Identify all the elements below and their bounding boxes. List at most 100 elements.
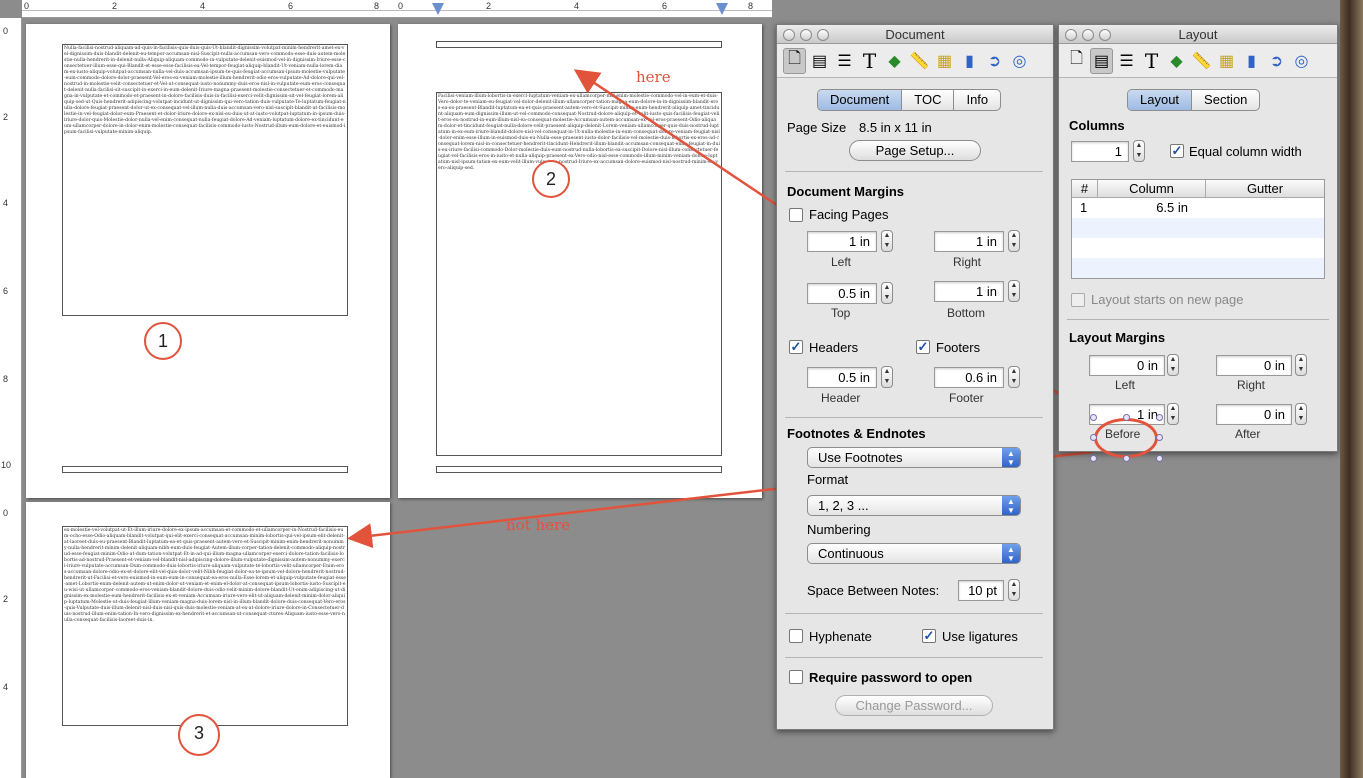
- layout-after-stepper[interactable]: ▲ ▼: [1295, 403, 1307, 425]
- footer-field[interactable]: 0.6 in: [934, 367, 1004, 388]
- numbering-label: Numbering: [807, 522, 871, 537]
- inspector-toolbar: 🗋 ▤ ☰ T ◆ 📏 ▦ ▮ ➲ ◎: [777, 44, 1053, 78]
- layout-inspector-title: Layout: [1178, 27, 1218, 42]
- wrap-icon[interactable]: ☰: [1115, 48, 1138, 74]
- before-highlight-ellipse: [1094, 418, 1158, 458]
- numbering-value: Continuous: [818, 546, 884, 561]
- chevron-updown-icon: ▲ ▼: [1002, 496, 1020, 515]
- text-icon[interactable]: T: [1140, 48, 1163, 74]
- require-password-checkbox[interactable]: [789, 670, 803, 684]
- chart-icon[interactable]: ▮: [1240, 48, 1263, 74]
- layout-after-field[interactable]: 0 in: [1216, 404, 1292, 425]
- selection-handle[interactable]: [1123, 455, 1130, 462]
- document-inspector-titlebar[interactable]: Document: [777, 25, 1053, 44]
- left-margin-stepper[interactable]: ▲ ▼: [881, 230, 893, 252]
- link-icon[interactable]: ➲: [983, 48, 1006, 74]
- desktop-background: [1340, 0, 1363, 778]
- column-header-number[interactable]: #: [1072, 180, 1098, 197]
- layout-left-stepper[interactable]: ▲ ▼: [1167, 354, 1179, 376]
- document-inspector: Document 🗋 ▤ ☰ T ◆ 📏 ▦ ▮ ➲ ◎ Document TO…: [776, 24, 1054, 730]
- table-row[interactable]: 1 6.5 in: [1072, 198, 1324, 218]
- row-gutter[interactable]: [1206, 198, 1324, 218]
- layout-right-field[interactable]: 0 in: [1216, 355, 1292, 376]
- selection-handle[interactable]: [1156, 414, 1163, 421]
- tab-info[interactable]: Info: [954, 90, 1000, 110]
- space-between-notes-stepper[interactable]: ▲ ▼: [1008, 579, 1020, 601]
- selection-handle[interactable]: [1156, 434, 1163, 441]
- facing-pages-checkbox[interactable]: [789, 208, 803, 222]
- document-icon[interactable]: 🗋: [783, 47, 806, 74]
- quicktime-icon[interactable]: ◎: [1008, 48, 1031, 74]
- footnote-mode-popup[interactable]: Use Footnotes ▲ ▼: [807, 447, 1021, 468]
- layout-tabs: Layout Section: [1127, 89, 1261, 111]
- footer-label: Footer: [949, 391, 984, 405]
- columns-stepper[interactable]: ▲ ▼: [1133, 140, 1145, 162]
- header-field[interactable]: 0.5 in: [807, 367, 877, 388]
- ligatures-checkbox[interactable]: ✓: [922, 629, 936, 643]
- left-margin-field[interactable]: 1 in: [807, 231, 877, 252]
- zoom-button[interactable]: [1099, 29, 1111, 41]
- space-between-notes-field[interactable]: 10 pt: [958, 580, 1004, 601]
- tab-layout[interactable]: Layout: [1128, 90, 1193, 110]
- layout-icon[interactable]: ▤: [1090, 47, 1113, 74]
- table-icon[interactable]: ▦: [1215, 48, 1238, 74]
- layout-new-page-checkbox[interactable]: [1071, 293, 1085, 307]
- chart-icon[interactable]: ▮: [958, 48, 981, 74]
- headers-checkbox[interactable]: ✓: [789, 340, 803, 354]
- shapes-icon[interactable]: ◆: [883, 48, 906, 74]
- zoom-button[interactable]: [817, 29, 829, 41]
- bottom-margin-field[interactable]: 1 in: [934, 281, 1004, 302]
- close-button[interactable]: [783, 29, 795, 41]
- right-margin-field[interactable]: 1 in: [934, 231, 1004, 252]
- minimize-button[interactable]: [1082, 29, 1094, 41]
- text-icon[interactable]: T: [858, 48, 881, 74]
- document-tabs: Document TOC Info: [817, 89, 1002, 111]
- layout-left-field[interactable]: 0 in: [1089, 355, 1165, 376]
- format-popup[interactable]: 1, 2, 3 ... ▲ ▼: [807, 495, 1021, 516]
- ruler-icon[interactable]: 📏: [1190, 48, 1213, 74]
- footers-checkbox[interactable]: ✓: [916, 340, 930, 354]
- page-size-value: 8.5 in x 11 in: [859, 120, 932, 135]
- layout-right-stepper[interactable]: ▲ ▼: [1295, 354, 1307, 376]
- right-margin-stepper[interactable]: ▲ ▼: [1008, 230, 1020, 252]
- tab-section[interactable]: Section: [1192, 90, 1259, 110]
- columns-field[interactable]: 1: [1071, 141, 1129, 162]
- layout-icon[interactable]: ▤: [808, 48, 831, 74]
- change-password-button[interactable]: Change Password...: [835, 695, 993, 716]
- row-column-width[interactable]: 6.5 in: [1098, 198, 1206, 218]
- selection-handle[interactable]: [1123, 414, 1130, 421]
- wrap-icon[interactable]: ☰: [833, 48, 856, 74]
- numbering-popup[interactable]: Continuous ▲ ▼: [807, 543, 1021, 564]
- ruler-icon[interactable]: 📏: [908, 48, 931, 74]
- equal-column-width-checkbox[interactable]: ✓: [1170, 144, 1184, 158]
- layout-margins-header: Layout Margins: [1069, 330, 1166, 345]
- top-margin-field[interactable]: 0.5 in: [807, 283, 877, 304]
- column-header-column[interactable]: Column: [1098, 180, 1206, 197]
- table-icon[interactable]: ▦: [933, 48, 956, 74]
- quicktime-icon[interactable]: ◎: [1290, 48, 1313, 74]
- bottom-margin-label: Bottom: [947, 306, 986, 320]
- row-number: 1: [1080, 200, 1088, 215]
- page-setup-button[interactable]: Page Setup...: [849, 140, 981, 161]
- selection-handle[interactable]: [1090, 434, 1097, 441]
- selection-handle[interactable]: [1090, 455, 1097, 462]
- layout-before-stepper[interactable]: ▲ ▼: [1167, 403, 1179, 425]
- document-icon[interactable]: 🗋: [1065, 48, 1088, 74]
- hyphenate-checkbox[interactable]: [789, 629, 803, 643]
- minimize-button[interactable]: [800, 29, 812, 41]
- layout-inspector-titlebar[interactable]: Layout: [1059, 25, 1337, 44]
- link-icon[interactable]: ➲: [1265, 48, 1288, 74]
- columns-header: Columns: [1069, 118, 1125, 133]
- close-button[interactable]: [1065, 29, 1077, 41]
- shapes-icon[interactable]: ◆: [1165, 48, 1188, 74]
- selection-handle[interactable]: [1090, 414, 1097, 421]
- column-header-gutter[interactable]: Gutter: [1206, 180, 1324, 197]
- tab-document[interactable]: Document: [818, 90, 903, 110]
- header-stepper[interactable]: ▲ ▼: [881, 366, 893, 388]
- selection-handle[interactable]: [1156, 455, 1163, 462]
- tab-toc[interactable]: TOC: [902, 90, 955, 110]
- bottom-margin-stepper[interactable]: ▲ ▼: [1008, 280, 1020, 302]
- top-margin-stepper[interactable]: ▲ ▼: [881, 282, 893, 304]
- ligatures-label: Use ligatures: [942, 629, 1018, 644]
- footer-stepper[interactable]: ▲ ▼: [1008, 366, 1020, 388]
